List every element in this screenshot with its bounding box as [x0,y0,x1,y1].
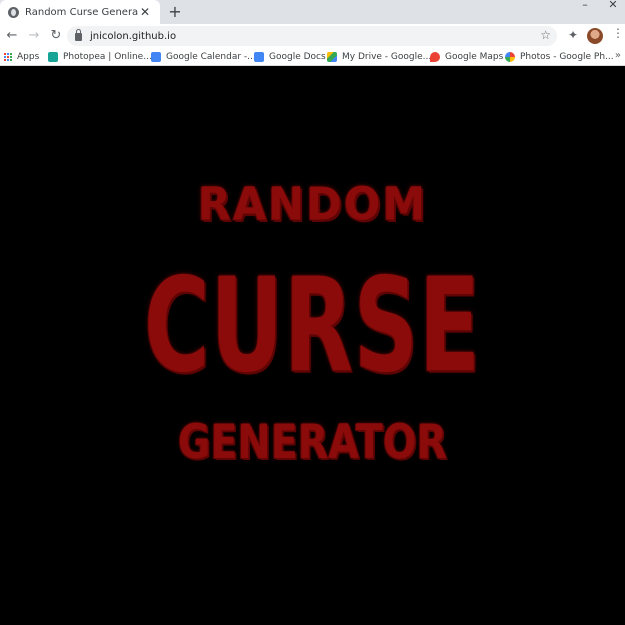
forward-button[interactable]: → [24,26,44,46]
close-window-button[interactable]: ✕ [603,0,623,12]
calendar-icon [151,52,161,62]
browser-menu-button[interactable]: ⋮ [612,26,624,40]
bookmark-google-calendar[interactable]: Google Calendar -... [151,50,256,64]
extensions-icon[interactable]: ✦ [566,28,580,42]
photos-icon [505,52,515,62]
bookmark-google-photos[interactable]: Photos - Google Ph... [505,50,614,64]
lock-icon [75,29,82,41]
reload-button[interactable]: ↻ [46,26,66,46]
bookmark-google-maps[interactable]: Google Maps [430,50,503,64]
tab-strip: Random Curse Generator ✕ + – ✕ [0,0,625,24]
bookmark-star-icon[interactable]: ☆ [540,28,551,42]
page-content: RANDOM CURSE GENERATOR [0,67,625,625]
title-curse: CURSE [144,249,481,402]
bookmarks-overflow-button[interactable]: » [615,50,621,61]
bookmark-google-docs[interactable]: Google Docs [254,50,326,64]
bookmark-my-drive[interactable]: My Drive - Google... [327,50,431,64]
new-tab-button[interactable]: + [166,3,184,21]
bookmarks-bar: Apps Photopea | Online... Google Calenda… [0,48,625,66]
tab-close-button[interactable]: ✕ [138,5,152,19]
globe-icon [8,6,19,18]
photopea-icon [48,52,58,62]
docs-icon [254,52,264,62]
back-button[interactable]: ← [2,26,22,46]
browser-toolbar: ← → ↻ jnicolon.github.io ☆ [0,24,625,48]
active-tab[interactable]: Random Curse Generator ✕ [0,0,160,24]
address-bar[interactable]: jnicolon.github.io ☆ [67,26,557,46]
url-text[interactable]: jnicolon.github.io [90,31,176,42]
maps-icon [430,52,440,62]
minimize-button[interactable]: – [575,0,595,12]
tab-title: Random Curse Generator [25,6,138,18]
title-generator: GENERATOR [177,414,447,470]
drive-icon [327,52,337,62]
title-random: RANDOM [197,178,428,232]
bookmark-photopea[interactable]: Photopea | Online... [48,50,152,64]
apps-grid-icon [4,53,12,61]
profile-avatar[interactable] [587,28,603,44]
bookmark-apps[interactable]: Apps [4,50,39,64]
